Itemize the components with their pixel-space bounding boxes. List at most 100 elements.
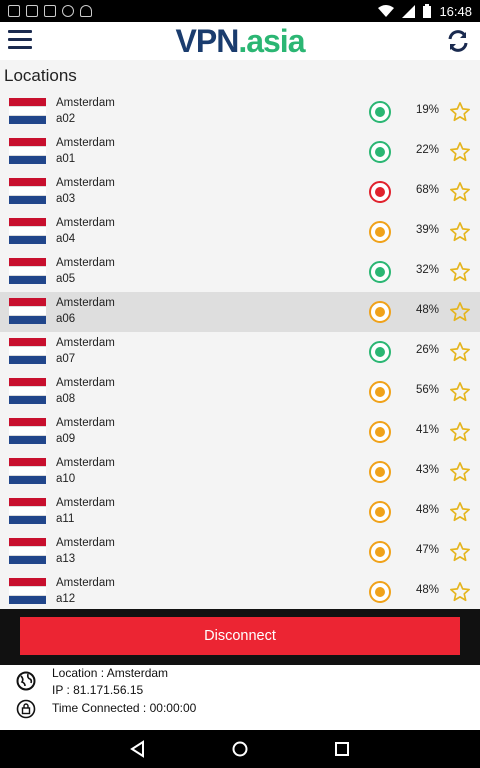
server-load: 26% [415, 344, 439, 356]
netherlands-flag-icon [9, 418, 46, 444]
server-row[interactable]: Amsterdam a12 48% [0, 572, 480, 609]
signal-icon [402, 4, 416, 18]
server-load: 32% [415, 264, 439, 276]
server-row[interactable]: Amsterdam a03 68% [0, 172, 480, 212]
favorite-star-icon[interactable] [449, 101, 471, 123]
status-indicator-icon [369, 101, 391, 123]
favorite-star-icon[interactable] [449, 421, 471, 443]
netherlands-flag-icon [9, 498, 46, 524]
app-logo: VPN.asia [175, 23, 306, 59]
globe-icon [16, 671, 36, 691]
server-name: a13 [56, 553, 76, 565]
server-load: 48% [415, 304, 439, 316]
server-name: a08 [56, 393, 76, 405]
server-row[interactable]: Amsterdam a07 26% [0, 332, 480, 372]
disconnect-bar: Disconnect [0, 609, 480, 665]
favorite-star-icon[interactable] [449, 261, 471, 283]
app-icon [44, 5, 56, 17]
server-load: 22% [415, 144, 439, 156]
server-name: a12 [56, 593, 76, 605]
status-indicator-icon [369, 261, 391, 283]
netherlands-flag-icon [9, 458, 46, 484]
server-city: Amsterdam [56, 217, 115, 229]
server-city: Amsterdam [56, 377, 115, 389]
server-city: Amsterdam [56, 257, 115, 269]
server-row[interactable]: Amsterdam a06 48% [0, 292, 480, 332]
netherlands-flag-icon [9, 538, 46, 564]
server-city: Amsterdam [56, 537, 115, 549]
status-indicator-icon [369, 301, 391, 323]
server-load: 43% [415, 464, 439, 476]
favorite-star-icon[interactable] [449, 501, 471, 523]
favorite-star-icon[interactable] [449, 581, 471, 603]
server-row[interactable]: Amsterdam a02 19% [0, 92, 480, 132]
location-text: Location : Amsterdam [52, 666, 169, 680]
favorite-star-icon[interactable] [449, 221, 471, 243]
server-row[interactable]: Amsterdam a08 56% [0, 372, 480, 412]
server-row[interactable]: Amsterdam a04 39% [0, 212, 480, 252]
server-row[interactable]: Amsterdam a11 48% [0, 492, 480, 532]
status-indicator-icon [369, 581, 391, 603]
status-indicator-icon [369, 461, 391, 483]
navigation-bar [0, 730, 480, 768]
server-city: Amsterdam [56, 297, 115, 309]
favorite-star-icon[interactable] [449, 141, 471, 163]
home-icon[interactable] [230, 739, 250, 759]
netherlands-flag-icon [9, 98, 46, 124]
netherlands-flag-icon [9, 178, 46, 204]
server-row[interactable]: Amsterdam a05 32% [0, 252, 480, 292]
menu-icon[interactable] [8, 30, 32, 50]
status-indicator-icon [369, 541, 391, 563]
time-connected-text: Time Connected : 00:00:00 [52, 701, 197, 715]
status-indicator-icon [369, 381, 391, 403]
server-name: a07 [56, 353, 76, 365]
server-row[interactable]: Amsterdam a01 22% [0, 132, 480, 172]
server-load: 19% [415, 104, 439, 116]
server-row[interactable]: Amsterdam a13 47% [0, 532, 480, 572]
favorite-star-icon[interactable] [449, 301, 471, 323]
server-load: 56% [415, 384, 439, 396]
server-load: 47% [415, 544, 439, 556]
server-load: 39% [415, 224, 439, 236]
recents-icon[interactable] [332, 739, 352, 759]
netherlands-flag-icon [9, 138, 46, 164]
page-title: Locations [4, 66, 77, 85]
lock-icon [16, 699, 36, 719]
favorite-star-icon[interactable] [449, 181, 471, 203]
back-icon[interactable] [128, 739, 148, 759]
favorite-star-icon[interactable] [449, 461, 471, 483]
server-list[interactable]: Amsterdam a02 19% Amsterdam a01 22% Amsterdam a… [0, 92, 480, 609]
battery-icon [423, 4, 432, 18]
ip-text: IP : 81.171.56.15 [52, 683, 144, 697]
clock: 16:48 [439, 3, 472, 19]
disconnect-button[interactable]: Disconnect [20, 617, 460, 655]
favorite-star-icon[interactable] [449, 381, 471, 403]
favorite-star-icon[interactable] [449, 541, 471, 563]
server-load: 41% [415, 424, 439, 436]
server-name: a06 [56, 313, 76, 325]
favorite-star-icon[interactable] [449, 341, 471, 363]
netherlands-flag-icon [9, 298, 46, 324]
netherlands-flag-icon [9, 218, 46, 244]
refresh-icon[interactable] [446, 29, 470, 53]
server-name: a10 [56, 473, 76, 485]
server-row[interactable]: Amsterdam a10 43% [0, 452, 480, 492]
server-name: a11 [56, 513, 75, 525]
netherlands-flag-icon [9, 338, 46, 364]
netherlands-flag-icon [9, 578, 46, 604]
status-indicator-icon [369, 221, 391, 243]
server-name: a01 [56, 153, 76, 165]
image-icon [26, 5, 38, 17]
status-indicator-icon [369, 141, 391, 163]
server-load: 48% [415, 584, 439, 596]
server-city: Amsterdam [56, 177, 115, 189]
server-row[interactable]: Amsterdam a09 41% [0, 412, 480, 452]
server-city: Amsterdam [56, 337, 115, 349]
connection-info: Location : Amsterdam IP : 81.171.56.15 T… [0, 665, 480, 730]
server-city: Amsterdam [56, 577, 115, 589]
server-name: a03 [56, 193, 76, 205]
netherlands-flag-icon [9, 378, 46, 404]
telegram-icon [62, 5, 74, 17]
vpn-key-icon [8, 5, 20, 17]
app-bar: VPN.asia [0, 22, 480, 60]
